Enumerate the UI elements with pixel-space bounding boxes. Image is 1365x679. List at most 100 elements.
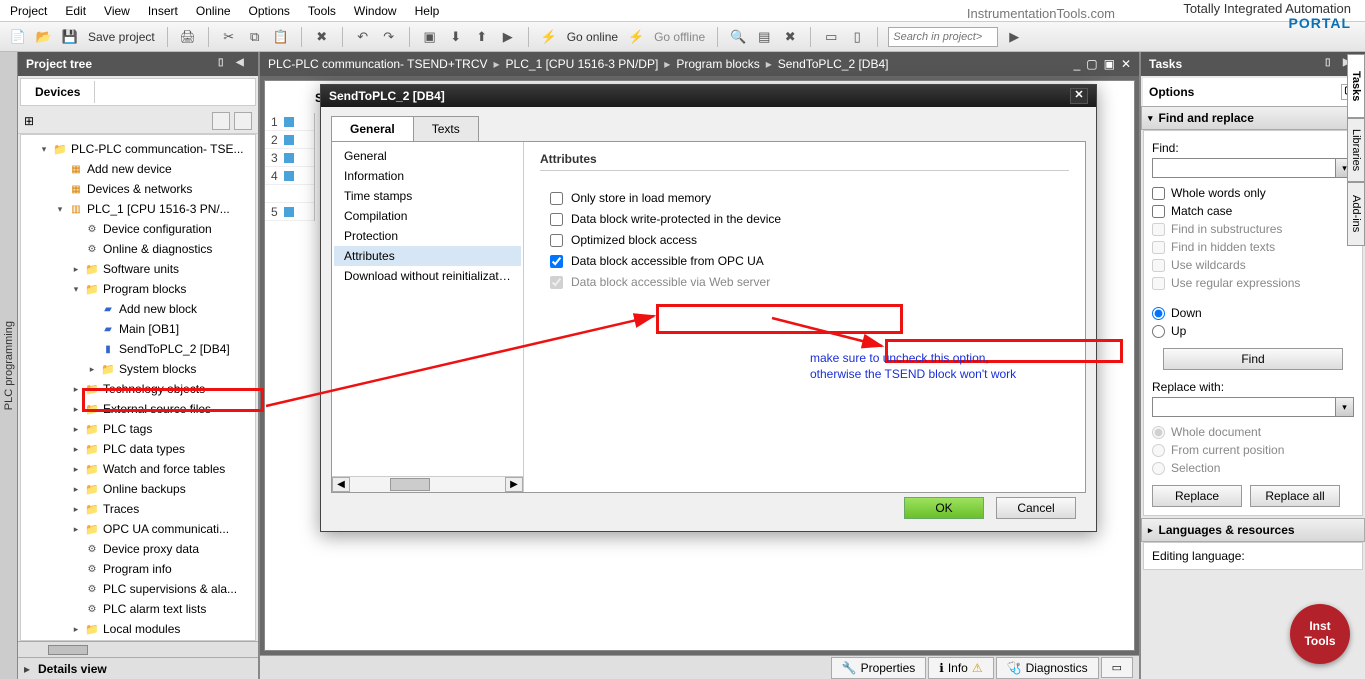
sidelist-item[interactable]: Attributes [334,246,521,266]
sidelist-item[interactable]: Compilation [334,206,521,226]
tree-item[interactable]: ▸PLC tags [21,419,255,439]
tree-item[interactable]: Add new device [21,159,255,179]
close-icon[interactable]: ✕ [1121,57,1131,71]
devices-tab[interactable]: Devices [21,81,95,103]
download-icon[interactable]: ⬇ [446,27,466,47]
replace-input[interactable]: ▾ [1152,397,1354,417]
expand-icon[interactable]: ▸ [71,264,81,275]
sidelist-item[interactable]: Information [334,166,521,186]
expand-icon[interactable]: ▸ [87,364,97,375]
tree-item[interactable]: Add new block [21,299,255,319]
expand-icon[interactable]: ▸ [71,624,81,635]
tree-item[interactable]: ▸System blocks [21,359,255,379]
tree-item[interactable]: ▸PLC data types [21,439,255,459]
view-btn-2[interactable] [234,112,252,130]
simulate-icon[interactable]: ▶ [498,27,518,47]
checkbox[interactable] [550,213,563,226]
tree-item[interactable]: ▸Watch and force tables [21,459,255,479]
expand-icon[interactable]: ▸ [71,424,81,435]
search-go-icon[interactable]: ▶ [1004,27,1024,47]
expand-icon[interactable]: ▸ [71,404,81,415]
languages-header[interactable]: ▸Languages & resources [1141,518,1365,542]
cross-icon[interactable]: ✖ [780,27,800,47]
view-btn-1[interactable] [212,112,230,130]
tree-item[interactable]: ▸OPC UA communicati... [21,519,255,539]
cut-icon[interactable]: ✂ [219,27,239,47]
search-input[interactable] [888,27,998,47]
goonline-icon[interactable]: ⚡ [539,27,559,47]
checkbox[interactable] [550,192,563,205]
minimize-icon[interactable]: _ [1074,57,1081,71]
gooffline-label[interactable]: Go offline [652,30,707,44]
sidelist-item[interactable]: Time stamps [334,186,521,206]
tab-texts[interactable]: Texts [413,116,479,141]
save-icon[interactable]: 💾 [60,27,80,47]
menu-window[interactable]: Window [354,4,397,18]
split-h-icon[interactable]: ▭ [821,27,841,47]
up-radio[interactable]: Up [1152,324,1354,338]
tasks-side-tab[interactable]: Tasks [1347,54,1365,118]
tree-item[interactable]: ▾Program blocks [21,279,255,299]
expand-icon[interactable]: ▸ [71,464,81,475]
scroll-thumb[interactable] [48,645,88,655]
split-v-icon[interactable]: ▯ [847,27,867,47]
attribute-checkbox-row[interactable]: Data block accessible from OPC UA [550,254,1069,268]
paste-icon[interactable]: 📋 [271,27,291,47]
tree-item[interactable]: Device proxy data [21,539,255,559]
breadcrumb-seg[interactable]: Program blocks [676,57,759,71]
down-radio[interactable]: Down [1152,306,1354,320]
compile-icon[interactable]: ▣ [420,27,440,47]
menu-view[interactable]: View [104,4,130,18]
tree-icon[interactable]: ⊞ [24,114,34,128]
tree-item[interactable]: ▸Online backups [21,479,255,499]
tree-item[interactable]: PLC supervisions & ala... [21,579,255,599]
menu-tools[interactable]: Tools [308,4,336,18]
expand-icon[interactable]: ▸ [71,384,81,395]
open-project-icon[interactable]: 📂 [34,27,54,47]
tab-general[interactable]: General [331,116,414,141]
tree-item[interactable]: Device configuration [21,219,255,239]
tree-item[interactable]: PLC alarm text lists [21,599,255,619]
find-replace-header[interactable]: ▾Find and replace [1141,106,1365,130]
sidelist-scroll[interactable]: ◀ ▶ [332,476,523,492]
details-view-header[interactable]: ▸ Details view [18,657,258,679]
menu-project[interactable]: Project [10,4,47,18]
breadcrumb-seg[interactable]: SendToPLC_2 [DB4] [778,57,889,71]
libraries-side-tab[interactable]: Libraries [1347,118,1365,182]
side-tab-plc-programming[interactable]: PLC programming [0,52,18,679]
expand-icon[interactable]: ▸ [71,504,81,515]
addins-side-tab[interactable]: Add-ins [1347,182,1365,246]
dropdown-icon[interactable]: ▾ [1335,398,1353,416]
menu-insert[interactable]: Insert [148,4,178,18]
expand-icon[interactable]: ▸ [71,484,81,495]
delete-icon[interactable]: ✖ [312,27,332,47]
tree-item[interactable]: SendToPLC_2 [DB4] [21,339,255,359]
pin-icon[interactable]: ▯ [1325,57,1339,71]
collapse-icon[interactable]: ◀ [236,57,250,71]
tree-item[interactable]: ▾PLC_1 [CPU 1516-3 PN/... [21,199,255,219]
close-icon[interactable]: ✕ [1070,88,1088,104]
breadcrumb-seg[interactable]: PLC-PLC communcation- TSEND+TRCV [268,57,488,71]
tree-item[interactable]: Devices & networks [21,179,255,199]
tree-item[interactable]: Main [OB1] [21,319,255,339]
print-icon[interactable]: 🖨 [178,27,198,47]
expand-icon[interactable]: ▾ [39,144,49,155]
expand-icon[interactable]: ▸ [71,444,81,455]
ok-button[interactable]: OK [904,497,984,519]
tree-item[interactable]: Online & diagnostics [21,239,255,259]
breadcrumb-seg[interactable]: PLC_1 [CPU 1516-3 PN/DP] [506,57,659,71]
attribute-checkbox-row[interactable]: Only store in load memory [550,191,1069,205]
restore-icon[interactable]: ▢ [1086,57,1097,71]
tree-item[interactable]: ▾PLC-PLC communcation- TSE... [21,139,255,159]
expand-icon[interactable]: ▾ [71,284,81,295]
cancel-button[interactable]: Cancel [996,497,1076,519]
menu-online[interactable]: Online [196,4,231,18]
tree-item[interactable]: ▸Local modules [21,619,255,639]
dialog-titlebar[interactable]: SendToPLC_2 [DB4] ✕ [321,85,1096,107]
redo-icon[interactable]: ↷ [379,27,399,47]
tree-item[interactable]: ▸Software units [21,259,255,279]
replace-button[interactable]: Replace [1152,485,1242,507]
gooffline-icon[interactable]: ⚡ [626,27,646,47]
sidelist-item[interactable]: Protection [334,226,521,246]
pin-icon[interactable]: ▯ [218,57,232,71]
